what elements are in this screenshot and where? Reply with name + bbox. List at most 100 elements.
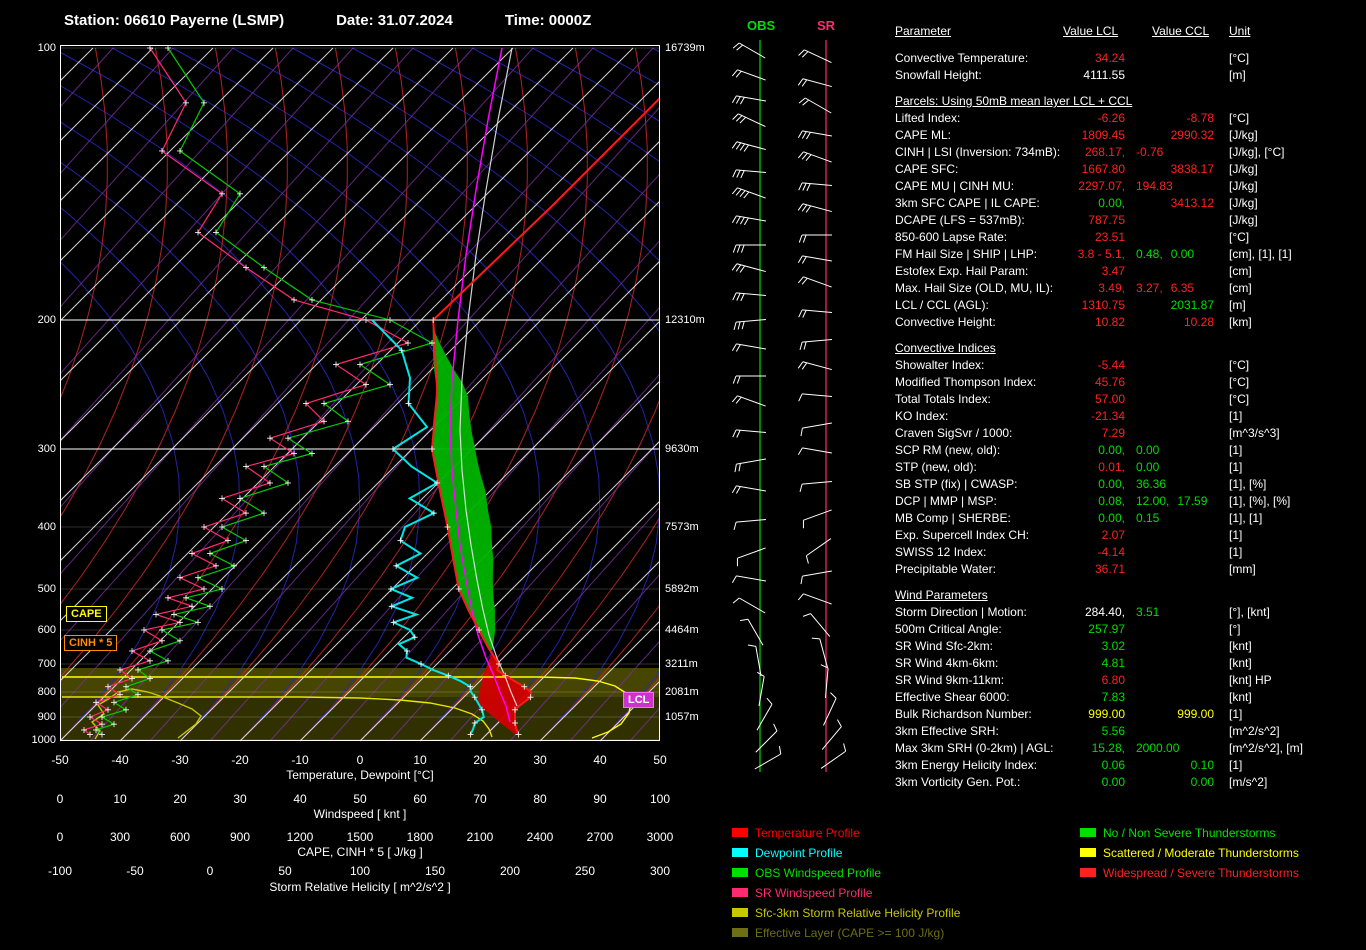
obs-wind-barb bbox=[736, 215, 766, 222]
axis-tick-label: 90 bbox=[593, 792, 607, 806]
obs-wind-barb bbox=[738, 42, 766, 59]
section-title: Wind Parameters bbox=[895, 588, 988, 602]
unit-label: [m^3/s^3] bbox=[1229, 426, 1280, 440]
skewt-chart bbox=[60, 45, 660, 742]
legend-effective-layer: Effective Layer (CAPE >= 100 J/kg) bbox=[732, 926, 944, 940]
temperature-profile-label: Temperature Profile bbox=[755, 826, 860, 840]
value-lcl: 268.17, bbox=[1084, 145, 1125, 159]
obs-windspeed-profile-swatch bbox=[732, 868, 748, 877]
obs-wind-barb bbox=[736, 458, 766, 465]
parameter-row: Estofex Exp. Hail Param: 3.47 [cm] bbox=[895, 264, 1365, 281]
sr-wind-barb bbox=[802, 447, 832, 454]
parameter-row: Storm Direction | Motion: 284.40, 3.51 [°],… bbox=[895, 605, 1365, 622]
obs-wind-barb bbox=[737, 547, 766, 559]
unit-label: [cm] bbox=[1229, 264, 1252, 278]
parameter-label: SR Wind 4km-6km: bbox=[895, 656, 999, 670]
axis-tick-label: 10 bbox=[413, 753, 427, 767]
value-lcl: 999.00 bbox=[1088, 707, 1125, 721]
parameter-row: Max. Hail Size (OLD, MU, IL): 3.49, 3.27, 6… bbox=[895, 281, 1365, 298]
value-lcl: -5.44 bbox=[1097, 358, 1125, 372]
axis-tick-label: 300 bbox=[649, 864, 671, 878]
parameter-label: Exp. Supercell Index CH: bbox=[895, 528, 1030, 542]
axis-tick-label: 1500 bbox=[346, 830, 374, 844]
unit-label: [1] bbox=[1229, 545, 1243, 559]
value-lcl: 0.06 bbox=[1101, 758, 1125, 772]
sr-wind-barb bbox=[803, 509, 832, 521]
value-lcl: 34.24 bbox=[1094, 51, 1125, 65]
parameter-row: SB STP (fix) | CWASP: 0.00, 36.36 [1], [%] bbox=[895, 477, 1365, 494]
unit-label: [m] bbox=[1229, 68, 1246, 82]
unit-label: [J/kg] bbox=[1229, 196, 1258, 210]
value-lcl: 5.56 bbox=[1101, 724, 1125, 738]
axis-tick-label: 50 bbox=[653, 753, 667, 767]
axis-tick-label: 30 bbox=[233, 792, 247, 806]
unit-label: [1], [%], [%] bbox=[1229, 494, 1291, 508]
value-lcl: 0.00, bbox=[1098, 443, 1125, 457]
parameter-row: 3km SFC CAPE | IL CAPE: 0.00, 3413.12 [J/kg… bbox=[895, 196, 1365, 213]
axis-tick-label: 70 bbox=[473, 792, 487, 806]
legend-sfc-3km-srh-profile: Sfc-3km Storm Relative Helicity Profile bbox=[732, 906, 960, 920]
widespread-severe-swatch bbox=[1080, 868, 1096, 877]
axis-tick-label: 300 bbox=[109, 830, 131, 844]
value-lcl: 3.02 bbox=[1101, 639, 1125, 653]
parameter-label: CAPE MU | CINH MU: bbox=[895, 179, 1015, 193]
value-ccl: 999.00 bbox=[1177, 707, 1214, 721]
value-lcl: 1667.80 bbox=[1081, 162, 1125, 176]
height-tick-label: 12310m bbox=[665, 314, 705, 326]
pressure-tick-label: 400 bbox=[37, 521, 56, 533]
parameter-label: 850-600 Lapse Rate: bbox=[895, 230, 1008, 244]
value-ccl: -8.78 bbox=[1186, 111, 1214, 125]
value-lcl: 0.00 bbox=[1101, 775, 1125, 789]
windspeed-axis-label: Windspeed [ knt ] bbox=[313, 807, 407, 821]
axis-tick-label: 600 bbox=[169, 830, 191, 844]
obs-wind-barb bbox=[747, 618, 764, 646]
parameter-label: SWISS 12 Index: bbox=[895, 545, 987, 559]
unit-label: [cm], [1], [1] bbox=[1229, 247, 1292, 261]
unit-label: [J/kg] bbox=[1229, 213, 1258, 227]
parameter-row: LCL / CCL (AGL): 1310.75 2031.87 [m] bbox=[895, 298, 1365, 315]
sr-wind-barb bbox=[802, 130, 832, 137]
unit-label: [J/kg] bbox=[1229, 179, 1258, 193]
value-lcl: 0.00, bbox=[1098, 511, 1125, 525]
value-lcl: 45.76 bbox=[1094, 375, 1125, 389]
date-label: Date: 31.07.2024 bbox=[336, 12, 453, 29]
parameters-header: Parameter Value LCL Value CCL Unit bbox=[895, 24, 1365, 41]
value-lcl: 7.83 bbox=[1101, 690, 1125, 704]
parameter-label: Estofex Exp. Hail Param: bbox=[895, 264, 1029, 278]
parameter-row: Bulk Richardson Number: 999.00 999.00 [1] bbox=[895, 707, 1365, 724]
obs-wind-barb bbox=[736, 292, 767, 297]
dewpoint-profile-label: Dewpoint Profile bbox=[755, 846, 843, 860]
sr-wind-barb bbox=[803, 593, 832, 605]
axis-tick-label: 2400 bbox=[526, 830, 554, 844]
axis-tick-label: -10 bbox=[291, 753, 309, 767]
sr-wind-barb bbox=[802, 422, 832, 429]
axis-tick-label: 1800 bbox=[406, 830, 434, 844]
parameter-label: Snowfall Height: bbox=[895, 68, 982, 82]
sr-wind-barb bbox=[823, 698, 837, 726]
value-lcl: 36.71 bbox=[1094, 562, 1125, 576]
value-lcl: -21.34 bbox=[1090, 409, 1125, 423]
height-tick-label: 2081m bbox=[665, 686, 699, 698]
header-value-lcl: Value LCL bbox=[1063, 24, 1119, 38]
unit-label: [1] bbox=[1229, 707, 1243, 721]
unit-label: [°C] bbox=[1229, 111, 1250, 125]
axis-tick-label: 0 bbox=[56, 792, 64, 806]
parameter-row: Exp. Supercell Index CH: 2.07 [1] bbox=[895, 528, 1365, 545]
pressure-tick-label: 200 bbox=[37, 314, 56, 326]
parameter-label: Bulk Richardson Number: bbox=[895, 707, 1032, 721]
value-lcl: 2297.07, bbox=[1078, 179, 1125, 193]
parameter-row: DCP | MMP | MSP: 0.08, 12.00, 17.59 [1], [%]… bbox=[895, 494, 1365, 511]
parameter-row: CAPE SFC: 1667.80 3838.17 [J/kg] bbox=[895, 162, 1365, 179]
value-ccl: 12.00, 17.59 bbox=[1136, 494, 1208, 508]
sr-wind-barb bbox=[802, 361, 832, 371]
pressure-tick-label: 500 bbox=[37, 583, 56, 595]
axis-tick-label: 0 bbox=[56, 830, 64, 844]
legend-sr-windspeed-profile: SR Windspeed Profile bbox=[732, 886, 872, 900]
value-lcl: 3.8 - 5.1, bbox=[1077, 247, 1125, 261]
sr-wind-barb bbox=[804, 97, 832, 114]
sr-wind-barb bbox=[802, 480, 833, 485]
no-severe-label: No / Non Severe Thunderstorms bbox=[1103, 826, 1276, 840]
pressure-tick-label: 1000 bbox=[31, 734, 56, 746]
axis-tick-label: 900 bbox=[229, 830, 251, 844]
unit-label: [cm] bbox=[1229, 281, 1252, 295]
